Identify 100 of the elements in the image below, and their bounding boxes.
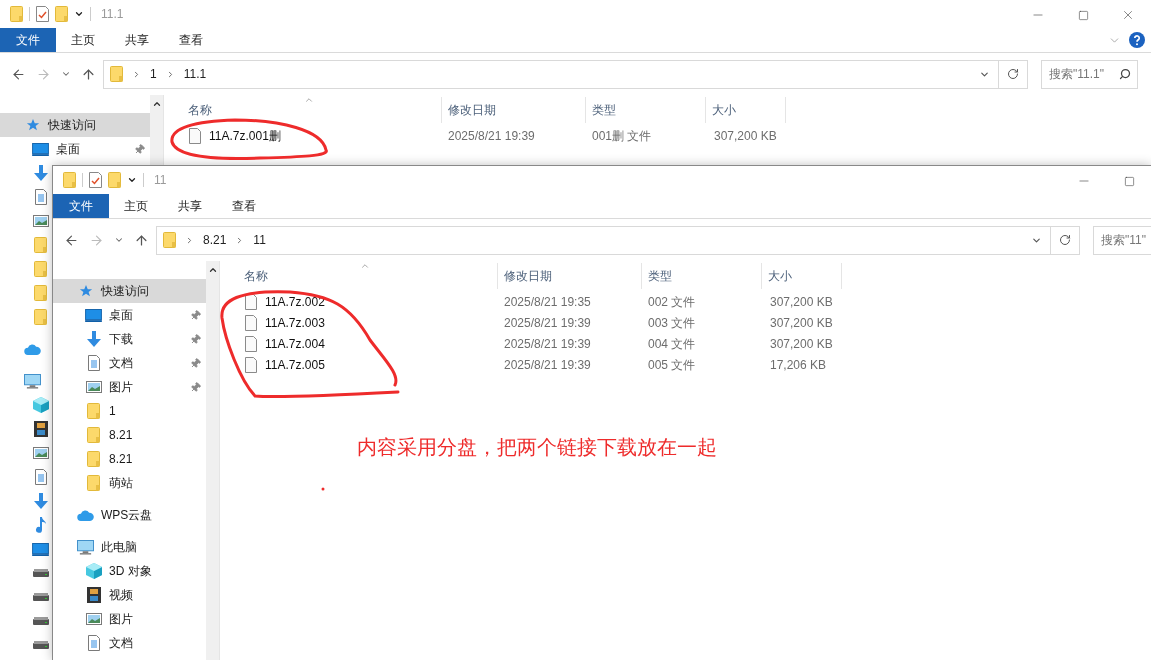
- refresh-button[interactable]: [1051, 225, 1080, 255]
- window-title: 11: [154, 172, 167, 189]
- nav-item[interactable]: 文档: [53, 631, 206, 655]
- nav-item[interactable]: 桌面: [0, 137, 150, 161]
- nav-item[interactable]: 文档: [53, 351, 206, 375]
- document-icon: [87, 355, 100, 371]
- folder-icon: [163, 232, 176, 248]
- search-field[interactable]: 搜索"11.1": [1041, 59, 1138, 89]
- nav-item[interactable]: 3D 对象: [53, 559, 206, 583]
- scrollbar-track[interactable]: [206, 261, 220, 660]
- table-cell-text: 307,200 KB: [769, 314, 834, 332]
- column-header[interactable]: 大小: [706, 97, 786, 123]
- table-cell-text: 2025/8/21 19:39: [503, 335, 592, 353]
- monitor-icon: [32, 542, 49, 556]
- picture-icon: [85, 613, 102, 625]
- nav-item[interactable]: 下载: [53, 327, 206, 351]
- document-icon: [87, 635, 100, 651]
- nav-item[interactable]: 此电脑: [53, 535, 206, 559]
- table-cell-text: 307,200 KB: [769, 335, 834, 353]
- file-icon: [245, 314, 257, 331]
- nav-item[interactable]: 8.21: [53, 447, 206, 471]
- table-cell-text: 001删 文件: [591, 127, 653, 145]
- nav-item[interactable]: 1: [53, 399, 206, 423]
- table-cell-text: 2025/8/21 19:39: [503, 356, 592, 374]
- scroll-up-icon[interactable]: [151, 99, 162, 109]
- folder-icon: [63, 172, 76, 188]
- nav-item[interactable]: 快速访问: [0, 113, 150, 137]
- annotation-note: 内容采用分盘，把两个链接下载放在一起: [357, 435, 717, 460]
- breadcrumb-item[interactable]: 1: [150, 65, 157, 83]
- star-icon: [78, 284, 93, 298]
- nav-item[interactable]: 视频: [53, 583, 206, 607]
- customize-caret-icon[interactable]: [74, 9, 84, 19]
- table-cell-text: 307,200 KB: [713, 127, 778, 145]
- table-cell-text: 004 文件: [647, 335, 697, 353]
- file-name[interactable]: 11A.7z.004: [265, 334, 325, 353]
- table-cell-text: 2025/8/21 19:39: [447, 127, 536, 145]
- nav-item[interactable]: 快速访问: [53, 279, 206, 303]
- file-icon: [245, 293, 257, 310]
- breadcrumb-item[interactable]: 11.1: [183, 65, 207, 83]
- maximize-icon: [1077, 9, 1089, 21]
- refresh-icon: [1007, 68, 1019, 80]
- file-icon: [189, 127, 201, 144]
- file-name[interactable]: 11A.7z.005: [265, 355, 325, 374]
- file-icon: [245, 356, 257, 373]
- column-header[interactable]: 类型: [586, 97, 706, 123]
- window-title: 11.1: [101, 6, 124, 23]
- column-header[interactable]: 类型: [642, 263, 762, 289]
- nav-item[interactable]: 图片: [53, 375, 206, 399]
- folder-icon: [87, 475, 100, 491]
- scroll-up-icon[interactable]: [207, 265, 218, 275]
- down-arrow-icon: [85, 331, 102, 347]
- file-name[interactable]: 11A.7z.002: [265, 292, 325, 311]
- picture-icon: [85, 381, 102, 393]
- properties-icon[interactable]: [36, 6, 49, 22]
- nav-item[interactable]: 8.21: [53, 423, 206, 447]
- recent-caret-icon[interactable]: [61, 69, 71, 79]
- folder-icon: [55, 6, 68, 22]
- cloud-icon: [24, 343, 41, 355]
- document-icon: [34, 469, 47, 485]
- folder-icon: [110, 66, 123, 82]
- search-field[interactable]: 搜索"11": [1093, 225, 1151, 255]
- down-arrow-icon: [32, 493, 49, 509]
- column-header[interactable]: 修改日期: [498, 263, 642, 289]
- file-menu-tab[interactable]: 文件: [0, 28, 56, 52]
- sort-indicator-icon: [360, 261, 370, 271]
- folder-icon: [34, 237, 47, 253]
- address-bar[interactable]: 8.21 11: [156, 225, 1051, 255]
- address-bar[interactable]: 1 11.1: [103, 59, 999, 89]
- file-icon: [245, 335, 257, 352]
- nav-item[interactable]: 图片: [53, 607, 206, 631]
- customize-caret-icon[interactable]: [127, 175, 137, 185]
- column-header[interactable]: 大小: [762, 263, 842, 289]
- properties-icon[interactable]: [89, 172, 102, 188]
- refresh-button[interactable]: [999, 59, 1028, 89]
- nav-item[interactable]: 桌面: [53, 303, 206, 327]
- monitor-icon: [85, 308, 102, 322]
- computer-icon: [77, 539, 94, 555]
- close-icon: [1121, 8, 1135, 22]
- film-icon: [86, 587, 101, 603]
- breadcrumb-item[interactable]: 11: [253, 231, 266, 249]
- nav-item[interactable]: WPS云盘: [53, 503, 206, 527]
- scrollbar-track[interactable]: [150, 95, 164, 165]
- recent-caret-icon[interactable]: [114, 235, 124, 245]
- help-icon[interactable]: [1129, 32, 1145, 48]
- file-name[interactable]: 11A.7z.003: [265, 313, 325, 332]
- file-name[interactable]: 11A.7z.001删: [209, 126, 281, 145]
- computer-icon: [24, 373, 41, 389]
- column-header[interactable]: 名称: [220, 263, 498, 289]
- search-icon: [1119, 68, 1131, 80]
- annotation-dot: [321, 487, 325, 491]
- breadcrumb-item[interactable]: 8.21: [203, 231, 227, 249]
- picture-icon: [32, 215, 49, 227]
- column-header[interactable]: 名称: [164, 97, 442, 123]
- file-menu-tab[interactable]: 文件: [53, 194, 109, 218]
- table-cell-text: 2025/8/21 19:39: [503, 314, 592, 332]
- cube-icon: [85, 563, 102, 579]
- nav-item[interactable]: 萌站: [53, 471, 206, 495]
- folder-icon: [10, 6, 23, 22]
- column-header[interactable]: 修改日期: [442, 97, 586, 123]
- maximize-icon: [1123, 175, 1135, 187]
